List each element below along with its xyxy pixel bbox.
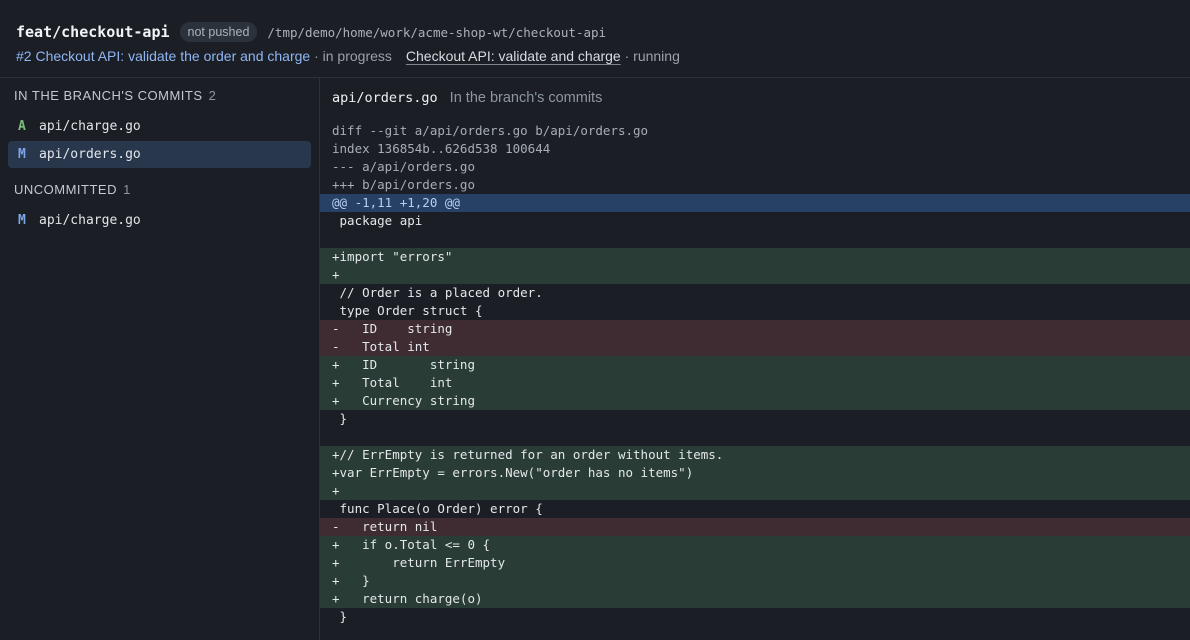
branch-info-row: feat/checkout-api not pushed /tmp/demo/h… [16,20,606,44]
uncommitted-section-title: UNCOMMITTED 1 [14,182,131,197]
committed-count: 2 [208,88,217,103]
worktree-path: /tmp/demo/home/work/acme-shop-wt/checkou… [267,24,607,40]
diff-added-line: + if o.Total <= 0 { [320,536,1190,554]
diff-meta-line: +++ b/api/orders.go [332,177,475,192]
committed-file-item-selected[interactable]: M api/orders.go [8,141,311,168]
uncommitted-count: 1 [123,182,131,197]
file-name: api/orders.go [39,147,141,162]
file-status-added: A [18,119,26,134]
diff-added-line: + Total int [320,374,1190,392]
diff-added-line: + } [320,572,1190,590]
task-link[interactable]: Checkout API: validate and charge [406,48,621,64]
task-state: · running [621,48,680,64]
file-status-modified: M [18,147,26,162]
diff-added-line: +import "errors" [320,248,1190,266]
branch-name: feat/checkout-api [16,23,170,41]
file-name: api/charge.go [39,119,141,134]
diff-file-name: api/orders.go [332,90,438,106]
diff-context-line: type Order struct { [332,303,483,318]
diff-context-line: } [332,411,348,426]
uncommitted-file-item[interactable]: M api/charge.go [8,207,311,234]
diff-added-line: + return charge(o) [320,590,1190,608]
diff-removed-line: - ID string [320,320,1190,338]
diff-added-line: + [320,266,1190,284]
diff-context-line: func Place(o Order) error { [332,501,543,516]
diff-body: diff --git a/api/orders.go b/api/orders.… [320,122,1190,626]
diff-added-line: + ID string [320,356,1190,374]
file-name: api/charge.go [39,213,141,228]
issue-state-text: · in progress [314,48,392,64]
diff-meta-line: index 136854b..626d538 100644 [332,141,551,156]
diff-added-line: + Currency string [320,392,1190,410]
push-status-badge: not pushed [179,22,258,42]
diff-removed-line: - return nil [320,518,1190,536]
diff-context-line: package api [332,213,423,228]
committed-section-label: IN THE BRANCH'S COMMITS [14,88,203,103]
diff-context-label: In the branch's commits [449,90,603,106]
diff-meta-line: diff --git a/api/orders.go b/api/orders.… [332,123,649,138]
diff-removed-line: - Total int [320,338,1190,356]
committed-section-title: IN THE BRANCH'S COMMITS 2 [14,88,216,103]
linked-items-row: #2 Checkout API: validate the order and … [16,46,680,66]
diff-context-line: } [332,609,348,624]
diff-context-line [320,230,1190,248]
file-status-modified: M [18,213,26,228]
diff-added-line: +// ErrEmpty is returned for an order wi… [320,446,1190,464]
diff-added-line: + return ErrEmpty [320,554,1190,572]
changed-files-sidebar: IN THE BRANCH'S COMMITS 2 A api/charge.g… [0,78,320,640]
diff-header: api/orders.go In the branch's commits [332,88,602,108]
diff-hunk-header: @@ -1,11 +1,20 @@ [320,194,1190,212]
diff-context-line: // Order is a placed order. [332,285,543,300]
diff-context-line [320,428,1190,446]
diff-meta-line: --- a/api/orders.go [332,159,475,174]
task-state-text: · running [624,48,680,64]
issue-link[interactable]: #2 Checkout API: validate the order and … [16,48,310,64]
branch-header: feat/checkout-api not pushed /tmp/demo/h… [0,0,1190,78]
diff-pane: api/orders.go In the branch's commits di… [320,78,1190,640]
diff-added-line: + [320,482,1190,500]
issue-state: · in progress [310,48,392,64]
diff-added-line: +var ErrEmpty = errors.New("order has no… [320,464,1190,482]
uncommitted-section-label: UNCOMMITTED [14,182,117,197]
committed-file-item[interactable]: A api/charge.go [8,113,311,140]
